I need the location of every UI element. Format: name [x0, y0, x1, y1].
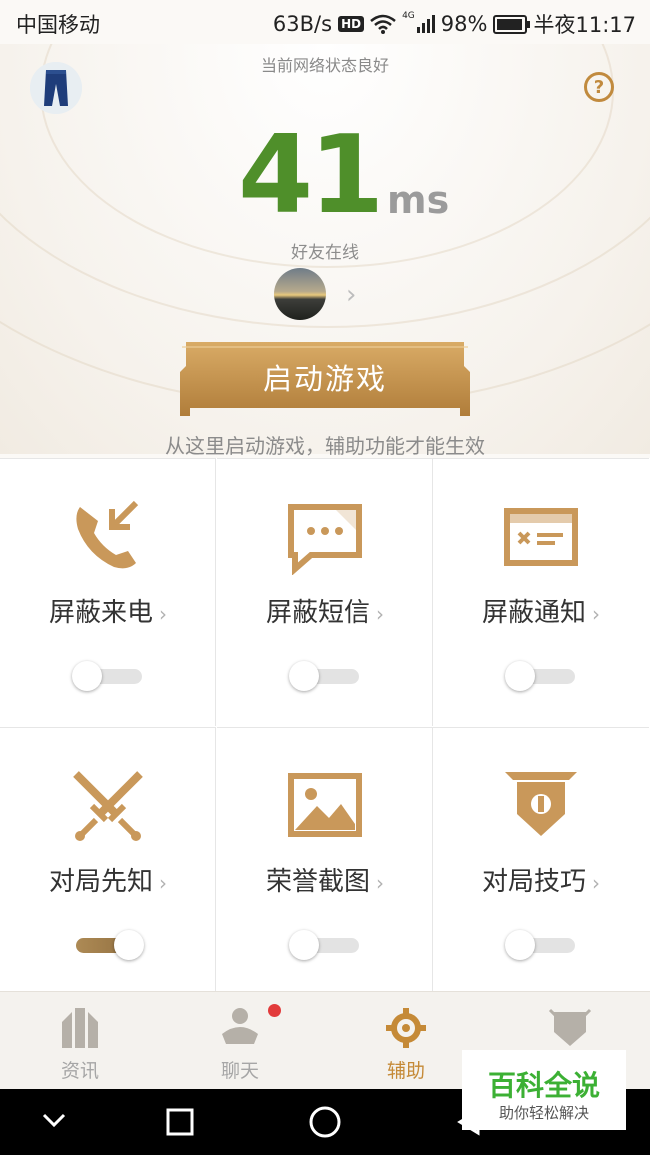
watermark-title: 百科全说 — [487, 1069, 600, 1102]
toggle-switch[interactable] — [289, 661, 361, 691]
toggle-switch[interactable] — [289, 930, 361, 960]
tab-news[interactable]: 资讯 — [0, 992, 160, 1090]
feature-label: 对局先知 › — [48, 867, 167, 897]
notification-block-icon — [504, 508, 578, 566]
toggle-switch[interactable] — [505, 661, 577, 691]
toggle-switch[interactable] — [72, 661, 144, 691]
feature-honor-screenshot[interactable]: 荣誉截图 › — [217, 727, 433, 995]
status-bar: 中国移动 63B/s HD 4G 98% 半夜11:17 — [0, 0, 650, 44]
user-avatar[interactable] — [30, 62, 82, 114]
crossed-swords-icon — [73, 771, 143, 841]
friend-avatar[interactable] — [274, 268, 326, 320]
feature-block-notifications[interactable]: 屏蔽通知 › — [433, 458, 649, 726]
start-game-button[interactable]: 启动游戏 — [180, 342, 470, 416]
wifi-icon — [370, 14, 396, 34]
banner-icon — [505, 772, 577, 836]
picture-icon — [288, 773, 362, 837]
battery-percent: 98% — [440, 12, 488, 36]
carrier-name: 中国移动 — [16, 13, 100, 37]
ping-value: 41 — [238, 113, 384, 238]
chat-unread-badge — [268, 1004, 281, 1017]
help-button[interactable]: ? — [584, 72, 614, 102]
phone-block-icon — [76, 500, 139, 569]
net-speed: 63B/s — [272, 12, 333, 36]
watermark: 百科全说 助你轻松解决 — [462, 1050, 626, 1130]
chat-icon — [222, 1008, 258, 1044]
feature-block-sms[interactable]: 屏蔽短信 › — [217, 458, 433, 726]
network-status: 当前网络状态良好 — [260, 56, 389, 75]
message-block-icon — [288, 504, 362, 575]
feature-match-preview[interactable]: 对局先知 › — [0, 727, 216, 995]
hd-icon: HD — [338, 16, 365, 32]
toggle-switch[interactable] — [72, 930, 144, 960]
feature-label: 屏蔽来电 › — [48, 598, 167, 628]
feature-block-calls[interactable]: 屏蔽来电 › — [0, 458, 216, 726]
feature-label: 屏蔽短信 › — [265, 598, 384, 628]
clock: 半夜11:17 — [533, 13, 636, 37]
toggle-switch[interactable] — [505, 930, 577, 960]
shield-icon — [548, 1008, 592, 1046]
status-icons: 63B/s HD 4G 98% 半夜11:17 — [273, 9, 636, 39]
feature-label: 屏蔽通知 › — [481, 598, 600, 628]
collapse-icon[interactable] — [42, 1113, 66, 1128]
ping-unit: ms — [387, 178, 450, 222]
feature-label: 对局技巧 › — [481, 867, 600, 897]
recents-icon[interactable] — [166, 1108, 194, 1136]
start-game-label: 启动游戏 — [262, 362, 387, 396]
home-icon[interactable] — [309, 1106, 341, 1138]
start-hint: 从这里启动游戏，辅助功能才能生效 — [165, 434, 485, 458]
gear-icon — [386, 1008, 426, 1048]
tab-chat[interactable]: 聊天 — [160, 992, 320, 1090]
tab-label: 聊天 — [220, 1060, 259, 1082]
signal-icon — [416, 15, 435, 33]
news-icon — [62, 1008, 98, 1048]
feature-grid: 屏蔽来电 › 屏蔽短信 › 屏蔽通知 › 对局先知 › 荣誉截图 › 对局技巧 … — [0, 458, 650, 995]
network-type: 4G — [402, 11, 415, 21]
friends-arrow-icon[interactable]: › — [346, 280, 356, 310]
feature-match-tips[interactable]: 对局技巧 › — [433, 727, 649, 995]
jeans-icon — [30, 62, 82, 114]
watermark-subtitle: 助你轻松解决 — [498, 1104, 589, 1122]
feature-label: 荣誉截图 › — [265, 867, 384, 897]
battery-icon — [493, 14, 531, 34]
tab-label: 资讯 — [60, 1060, 99, 1082]
friends-online-label: 好友在线 — [291, 243, 359, 263]
